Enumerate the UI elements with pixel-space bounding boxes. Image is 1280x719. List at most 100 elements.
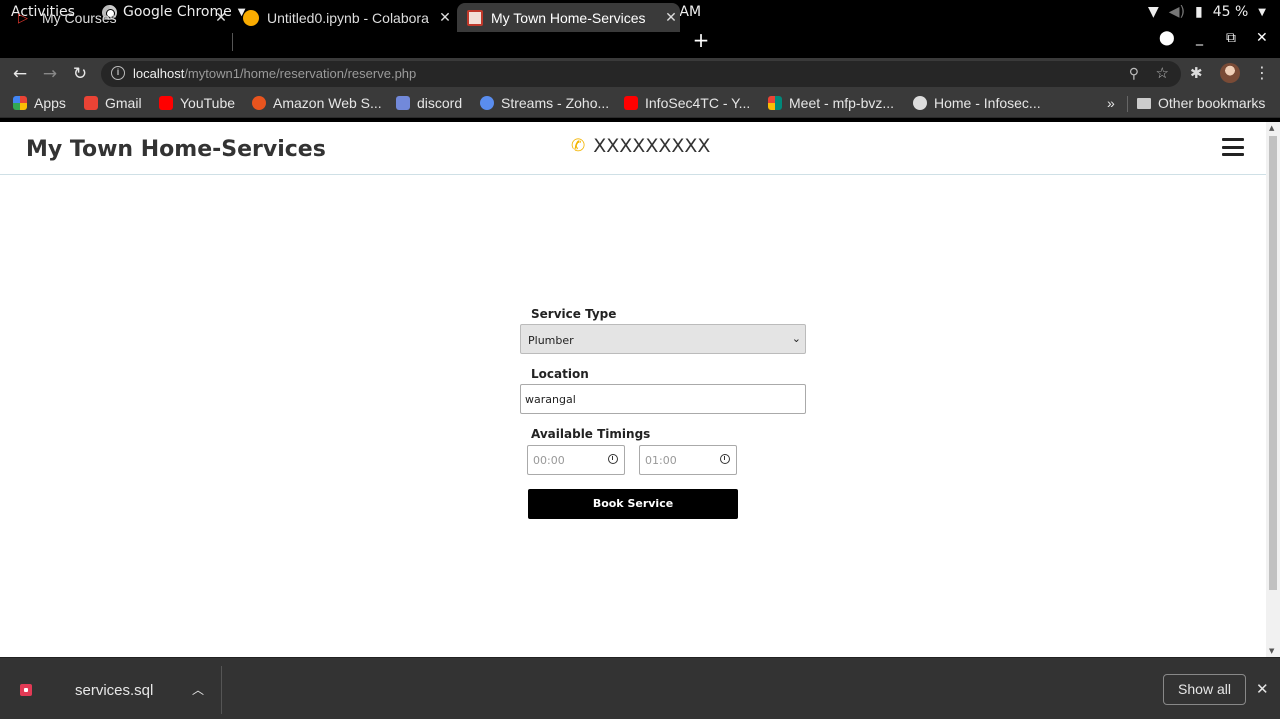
close-icon[interactable]: ✕ <box>1256 680 1269 698</box>
scroll-up-icon[interactable]: ▲ <box>1269 124 1274 132</box>
close-icon[interactable]: ✕ <box>662 9 680 26</box>
site-favicon-icon <box>467 9 483 26</box>
location-label: Location <box>531 367 589 381</box>
apps-grid-icon <box>13 96 27 110</box>
time-to-input[interactable]: 01:00 <box>639 445 737 475</box>
close-icon[interactable]: ✕ <box>436 9 454 26</box>
service-type-select[interactable]: Plumber ⌄ <box>520 324 806 354</box>
reservation-form: Service Type Plumber ⌄ Location warangal… <box>520 307 810 519</box>
chevron-down-icon: ⌄ <box>791 332 801 345</box>
url-host: localhost <box>133 66 185 81</box>
status-area[interactable]: ▼ ◀) ▮ 45 % ▼ <box>1148 4 1266 20</box>
show-all-button[interactable]: Show all <box>1163 674 1246 705</box>
zoom-icon[interactable]: ⚲ <box>1129 65 1139 82</box>
phone-contact: ✆ XXXXXXXXX <box>571 135 710 157</box>
site-header: My Town Home-Services ✆ XXXXXXXXX <box>0 122 1266 175</box>
close-icon[interactable]: ✕ <box>212 9 230 26</box>
bookmark-label: Other bookmarks <box>1158 95 1266 111</box>
restore-button[interactable]: ⧉ <box>1226 30 1236 46</box>
bookmarks-overflow-button[interactable]: » <box>1107 95 1115 111</box>
tab-my-courses[interactable]: ▷ My Courses ✕ <box>8 3 230 32</box>
other-bookmarks-folder[interactable]: Other bookmarks <box>1137 95 1265 111</box>
bookmark-discord[interactable]: discord <box>396 95 462 111</box>
timings-row: 00:00 01:00 <box>527 445 810 475</box>
minimize-button[interactable]: _ <box>1196 30 1203 46</box>
clock-icon[interactable] <box>720 454 730 464</box>
bookmark-label: Streams - Zoho... <box>501 95 610 111</box>
tab-colab[interactable]: Untitled0.ipynb - Colabora ✕ <box>234 3 454 32</box>
url-text[interactable]: localhost/mytown1/home/reservation/reser… <box>133 66 416 81</box>
aws-icon <box>252 96 266 110</box>
browser-toolbar: ← → ↻ i localhost/mytown1/home/reservati… <box>0 58 1280 90</box>
tab-title: Untitled0.ipynb - Colabora <box>267 9 429 26</box>
youtube-icon <box>159 96 173 110</box>
folder-icon <box>1137 97 1151 109</box>
page-viewport: My Town Home-Services ✆ XXXXXXXXX Servic… <box>0 122 1266 657</box>
zoho-streams-icon <box>480 96 494 110</box>
battery-level: 45 % <box>1212 4 1249 20</box>
address-bar[interactable]: i localhost/mytown1/home/reservation/res… <box>101 61 1181 87</box>
tab-title: My Courses <box>42 9 117 26</box>
bookmark-apps[interactable]: Apps <box>13 95 66 111</box>
time-from-value: 00:00 <box>533 454 565 467</box>
tab-title: My Town Home-Services <box>491 9 646 26</box>
tab-search-icon[interactable]: ⬤ <box>1159 30 1175 46</box>
bookmark-label: Apps <box>34 95 66 111</box>
location-value: warangal <box>525 393 576 406</box>
bookmark-infosec-home[interactable]: Home - Infosec... <box>913 95 1041 111</box>
profile-avatar[interactable] <box>1220 63 1240 83</box>
book-service-button[interactable]: Book Service <box>528 489 738 519</box>
phone-number: XXXXXXXXX <box>593 135 711 157</box>
site-brand[interactable]: My Town Home-Services <box>26 137 326 162</box>
bookmark-label: Home - Infosec... <box>934 95 1041 111</box>
phone-icon: ✆ <box>571 136 586 156</box>
time-from-input[interactable]: 00:00 <box>527 445 625 475</box>
globe-icon <box>913 96 927 110</box>
site-info-icon[interactable]: i <box>111 66 125 80</box>
bookmark-star-icon[interactable]: ☆ <box>1156 64 1169 82</box>
caret-down-icon: ▼ <box>1258 6 1266 18</box>
tab-my-town[interactable]: My Town Home-Services ✕ <box>457 3 680 32</box>
bookmark-label: discord <box>417 95 463 111</box>
youtube-icon <box>624 96 638 110</box>
bookmark-label: Amazon Web S... <box>273 95 382 111</box>
bookmark-aws[interactable]: Amazon Web S... <box>252 95 382 111</box>
bookmark-zoho[interactable]: Streams - Zoho... <box>480 95 609 111</box>
file-icon <box>20 684 32 696</box>
google-meet-icon <box>768 96 782 110</box>
location-input[interactable]: warangal <box>520 384 806 414</box>
bookmark-label: YouTube <box>180 95 236 111</box>
page-scrollbar[interactable]: ▲ ▼ <box>1266 122 1280 657</box>
overflow-chevron-icon: » <box>1107 95 1115 111</box>
chrome-menu-icon[interactable]: ⋮ <box>1254 63 1270 82</box>
tab-divider <box>232 33 233 51</box>
bookmark-gmail[interactable]: Gmail <box>84 95 142 111</box>
battery-icon: ▮ <box>1195 4 1203 20</box>
bookmark-meet[interactable]: Meet - mfp-bvz... <box>768 95 894 111</box>
chevron-up-icon[interactable]: ︿ <box>192 681 204 698</box>
wifi-icon: ▼ <box>1147 4 1159 20</box>
youtube-studio-favicon-icon: ▷ <box>18 9 28 25</box>
new-tab-button[interactable]: + <box>690 29 712 51</box>
hamburger-menu-icon[interactable] <box>1222 138 1244 156</box>
downloads-shelf: services.sql ︿ Show all ✕ <box>0 657 1280 719</box>
bookmark-label: InfoSec4TC - Y... <box>645 95 751 111</box>
bookmarks-bar: Apps Gmail YouTube Amazon Web S... disco… <box>0 90 1280 118</box>
reload-icon[interactable]: ↻ <box>70 64 90 84</box>
bookmarks-divider <box>1127 96 1128 112</box>
close-window-button[interactable]: ✕ <box>1256 30 1268 46</box>
download-file-name[interactable]: services.sql <box>75 682 153 699</box>
clock-icon[interactable] <box>608 454 618 464</box>
time-to-value: 01:00 <box>645 454 677 467</box>
volume-icon: ◀) <box>1168 4 1185 20</box>
extensions-icon[interactable]: ✱ <box>1190 64 1203 82</box>
colab-favicon-icon <box>243 9 259 26</box>
bookmark-youtube[interactable]: YouTube <box>159 95 235 111</box>
available-timings-label: Available Timings <box>531 427 651 441</box>
back-arrow-icon[interactable]: ← <box>10 64 30 84</box>
bookmark-label: Gmail <box>105 95 142 111</box>
scrollbar-thumb[interactable] <box>1269 136 1277 590</box>
bookmark-infosec4tc[interactable]: InfoSec4TC - Y... <box>624 95 750 111</box>
forward-arrow-icon[interactable]: → <box>40 64 60 84</box>
scroll-down-icon[interactable]: ▼ <box>1269 647 1274 655</box>
